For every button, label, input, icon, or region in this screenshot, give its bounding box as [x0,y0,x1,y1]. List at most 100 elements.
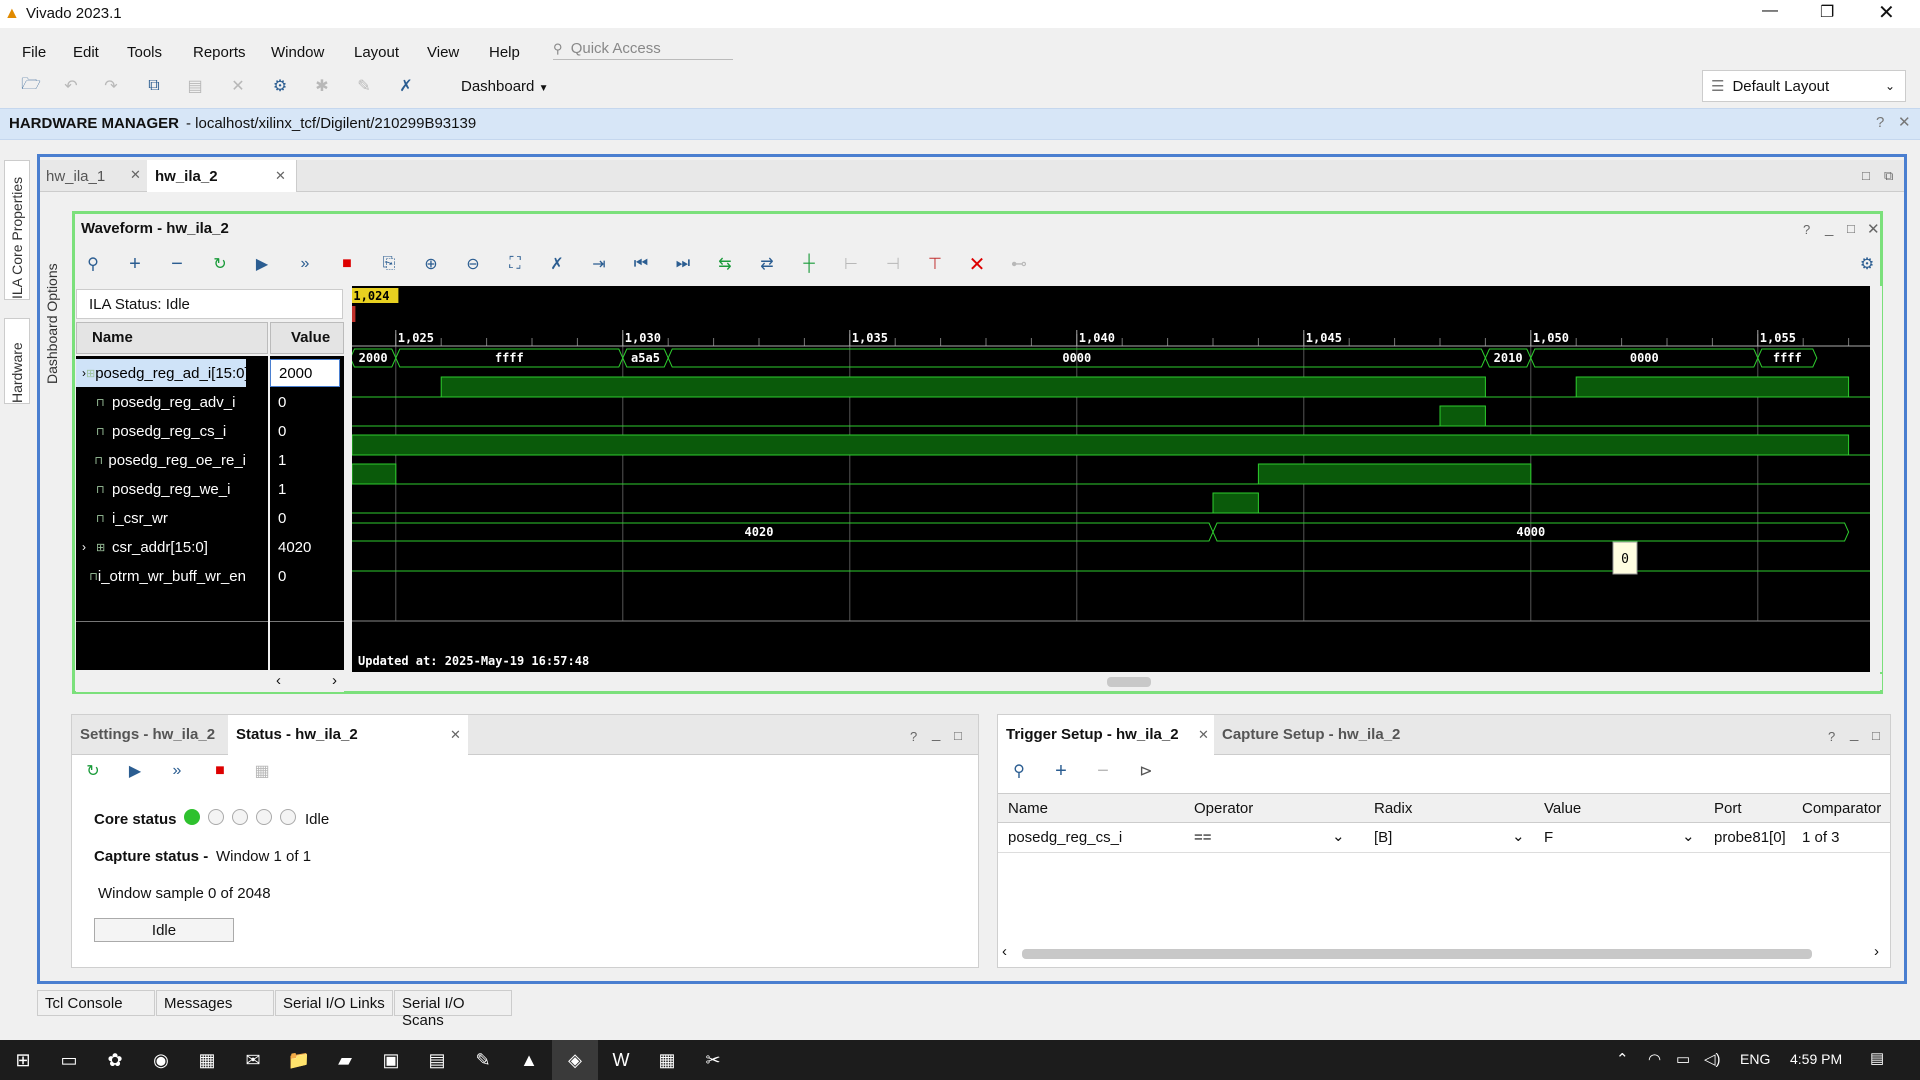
run-trigger-icon[interactable]: ▶ [247,250,277,278]
tab-serial-io-scans[interactable]: Serial I/O Scans [394,990,512,1029]
maximize-icon[interactable]: □ [1862,168,1870,183]
active-app-icon[interactable]: ◈ [552,1040,598,1080]
close-window-button[interactable]: ✕ [1878,0,1895,25]
waveform-canvas[interactable]: 1,025 1,030 1,035 1,040 1,045 1,050 1,055 ffff 2… [352,286,1870,672]
run-trigger-immediate-icon[interactable]: ↻ [205,250,235,278]
operator-select[interactable]: == ⌄ [1188,825,1350,851]
terminal-icon[interactable]: ▣ [368,1040,414,1080]
run-trigger-icon[interactable]: ▶ [120,757,150,785]
search-icon[interactable]: ⚲ [1004,757,1034,785]
word-icon[interactable]: W [598,1040,644,1080]
expand-chevron-icon[interactable]: › [82,540,96,554]
settings-gear-icon[interactable]: ⚙ [265,72,295,100]
wave-horizontal-scrollbar[interactable] [352,674,1882,690]
zoom-in-icon[interactable]: ⊕ [416,250,446,278]
signal-row[interactable]: › ⊞ csr_addr[15:0] [76,533,246,561]
wave-vertical-scrollbar[interactable] [1872,286,1882,672]
signal-row[interactable]: ⊓ i_otrm_wr_buff_wr_en [76,562,246,590]
start-windows-icon[interactable]: ⊞ [0,1040,46,1080]
add-marker-icon[interactable]: ┼ [794,250,824,278]
stop-icon[interactable]: ■ [205,757,235,785]
signal-row[interactable]: ⊓ posedg_reg_cs_i [76,417,246,445]
copilot-icon[interactable]: ✿ [92,1040,138,1080]
signal-row[interactable]: ⊓ posedg_reg_we_i [76,475,246,503]
stop-icon[interactable]: ■ [332,250,362,278]
maximize-icon[interactable]: □ [954,728,962,743]
close-icon[interactable]: ✕ [1898,113,1911,131]
minimize-button[interactable]: — [1762,2,1778,20]
wifi-icon[interactable]: ◠ [1648,1050,1661,1068]
export-icon[interactable]: ⎘ [374,250,404,278]
capture-mode-icon[interactable]: ▦ [247,757,277,785]
notepad-icon[interactable]: ✎ [460,1040,506,1080]
outlook-icon[interactable]: ✉ [230,1040,276,1080]
menu-view[interactable]: View [427,40,459,65]
help-icon[interactable]: ? [1803,222,1810,237]
task-view-icon[interactable]: ▭ [46,1040,92,1080]
minimize-icon[interactable]: _ [1825,220,1833,237]
file-explorer-icon[interactable]: 📁 [276,1040,322,1080]
trigger-marker[interactable] [352,306,356,322]
side-tab-ila-core-properties[interactable]: ILA Core Properties [4,160,30,300]
battery-icon[interactable]: ▭ [1676,1050,1690,1068]
clock[interactable]: 4:59 PM [1790,1051,1842,1067]
restore-button[interactable]: ❐ [1820,2,1834,22]
volume-icon[interactable]: ◁) [1704,1050,1721,1068]
add-probe-icon[interactable]: + [1046,757,1076,785]
edge-browser-icon[interactable]: ◉ [138,1040,184,1080]
run-continuous-icon[interactable]: » [290,250,320,278]
dashboard-dropdown[interactable]: Dashboard ▼ [461,78,548,95]
remove-probe-icon[interactable]: − [1088,757,1118,785]
maximize-icon[interactable]: □ [1872,728,1880,743]
menu-file[interactable]: File [22,40,46,65]
close-icon[interactable]: ✕ [130,167,141,183]
calculator-icon[interactable]: ▦ [644,1040,690,1080]
debug-cross-icon[interactable]: ✗ [391,72,421,100]
copy-icon[interactable]: ⧉ [139,72,169,100]
menu-reports[interactable]: Reports [193,40,246,65]
signal-row[interactable]: ⊓ posedg_reg_oe_re_i [76,446,246,474]
vivado-taskbar-icon[interactable]: ▲ [506,1040,552,1080]
close-icon[interactable]: ✕ [450,727,461,743]
app-icon[interactable]: ▤ [414,1040,460,1080]
zoom-cursor-icon[interactable]: ✗ [542,250,572,278]
menu-edit[interactable]: Edit [73,40,99,65]
zoom-fit-icon[interactable]: ⛶ [500,250,530,278]
menu-window[interactable]: Window [271,40,324,65]
scroll-thumb[interactable] [1107,677,1151,687]
search-icon[interactable]: ⚲ [78,250,108,278]
signal-row[interactable]: ⊓ i_csr_wr [76,504,246,532]
auto-connect-icon[interactable]: ✱ [307,72,337,100]
maximize-icon[interactable]: □ [1847,221,1855,236]
go-to-start-icon[interactable]: ⏮ [626,250,656,278]
name-scrollbar[interactable]: ‹ › [76,672,344,692]
delete-markers-icon[interactable]: ✕ [962,250,992,278]
tab-messages[interactable]: Messages [156,990,274,1016]
side-tab-hardware[interactable]: Hardware [4,318,30,404]
measure-icon[interactable]: ⊷ [1004,250,1034,278]
undo-icon[interactable]: ↶ [56,72,86,100]
close-icon[interactable]: ✕ [275,168,286,184]
quick-access-field[interactable]: ⚲ Quick Access [553,36,733,60]
go-to-cursor-icon[interactable]: ⇥ [584,250,614,278]
minimize-icon[interactable]: _ [932,725,940,742]
swap-cursors-icon[interactable]: ⊤ [920,250,950,278]
help-icon[interactable]: ? [1828,729,1835,744]
zoom-out-icon[interactable]: ⊖ [458,250,488,278]
menu-layout[interactable]: Layout [354,40,399,65]
tab-status[interactable]: Status - hw_ila_2 ✕ [228,715,468,755]
notifications-icon[interactable]: ▤ [1870,1049,1884,1067]
remove-probe-icon[interactable]: − [162,250,192,278]
paste-icon[interactable]: ▤ [180,72,210,100]
side-tab-dashboard-options[interactable]: Dashboard Options [42,196,62,446]
float-icon[interactable]: ⧉ [1884,168,1893,184]
language-indicator[interactable]: ENG [1740,1051,1770,1067]
settings-gear-icon[interactable]: ⚙ [1852,250,1882,278]
next-transition-icon[interactable]: ⇄ [752,250,782,278]
trigger-comparator[interactable]: 1 of 3 [1802,829,1840,846]
scroll-thumb[interactable] [1022,949,1812,959]
value-column-header[interactable]: Value [270,322,344,354]
trigger-horizontal-scrollbar[interactable]: ‹ › [1002,943,1886,961]
signal-row[interactable]: ⊓ posedg_reg_adv_i [76,388,246,416]
tab-capture-setup[interactable]: Capture Setup - hw_ila_2 [1222,726,1400,743]
